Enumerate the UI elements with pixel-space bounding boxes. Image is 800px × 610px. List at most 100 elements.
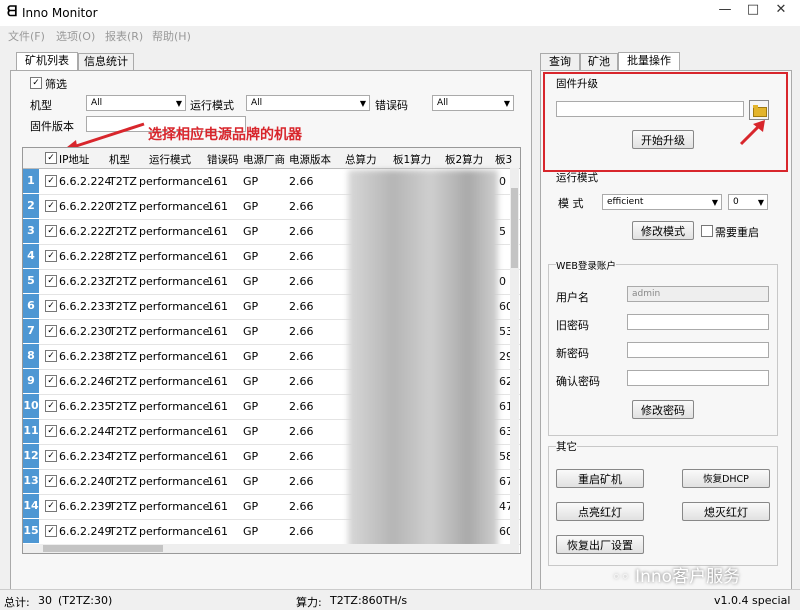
light-off-button[interactable]: 熄灭红灯 [682,502,770,521]
row-checkbox[interactable]: ✓ [45,450,57,462]
header-psu-vendor[interactable]: 电源厂商 [243,152,285,167]
row-checkbox[interactable]: ✓ [45,475,57,487]
mode-cell: performance [139,175,210,188]
model-cell: T2TZ [109,475,137,488]
psu-vendor-cell: GP [243,450,259,463]
error-cell: 161 [207,200,228,213]
mode-label: 运行模式 [190,99,234,112]
ip-cell: 6.6.2.235 [59,400,112,413]
tab-query[interactable]: 查询 [540,53,580,71]
mode-cell: performance [139,275,210,288]
mode-select-value: All [251,98,263,108]
tab-pool[interactable]: 矿池 [580,53,618,71]
tab-batch-ops[interactable]: 批量操作 [618,52,680,71]
h-scrollbar-thumb[interactable] [43,545,163,552]
row-number: 1 [23,169,39,193]
firmware-file-input[interactable] [556,101,744,117]
psu-vendor-cell: GP [243,475,259,488]
row-checkbox[interactable]: ✓ [45,175,57,187]
scrollbar-thumb[interactable] [511,188,518,268]
need-reboot-checkbox[interactable] [701,225,713,237]
mode-cell: performance [139,200,210,213]
header-error[interactable]: 错误码 [207,152,239,167]
new-password-input[interactable] [627,342,769,358]
header-psu-version[interactable]: 电源版本 [289,152,331,167]
header-board1-hash[interactable]: 板1算力 [393,152,431,167]
psu-vendor-cell: GP [243,350,259,363]
board3-hash-cell: 0 [499,275,506,288]
folder-icon[interactable] [749,100,769,120]
error-cell: 161 [207,375,228,388]
error-select[interactable]: All ▼ [432,95,514,111]
table-header: ✓ IP地址 机型 运行模式 错误码 电源厂商 电源版本 总算力 板1算力 板2… [23,148,520,169]
total-count: 30 [38,594,52,607]
light-on-button[interactable]: 点亮红灯 [556,502,644,521]
error-cell: 161 [207,325,228,338]
tab-miner-list[interactable]: 矿机列表 [16,52,78,71]
error-cell: 161 [207,275,228,288]
row-checkbox[interactable]: ✓ [45,325,57,337]
row-checkbox[interactable]: ✓ [45,525,57,537]
run-mode-label: 模 式 [558,197,584,210]
menu-report[interactable]: 报表(R) [105,28,143,44]
close-icon[interactable]: ✕ [768,2,794,20]
menu-options[interactable]: 选项(O) [56,28,95,44]
filter-checkbox[interactable]: ✓ [30,77,42,89]
start-upgrade-button[interactable]: 开始升级 [632,130,694,149]
row-checkbox[interactable]: ✓ [45,350,57,362]
model-cell: T2TZ [109,175,137,188]
mode-cell: performance [139,525,210,538]
row-checkbox[interactable]: ✓ [45,425,57,437]
error-cell: 161 [207,525,228,538]
header-model[interactable]: 机型 [109,152,130,167]
change-mode-button[interactable]: 修改模式 [632,221,694,240]
menu-file[interactable]: 文件(F) [8,28,45,44]
header-total-hash[interactable]: 总算力 [345,152,377,167]
other-title: 其它 [556,439,577,454]
row-checkbox[interactable]: ✓ [45,225,57,237]
old-password-input[interactable] [627,314,769,330]
row-checkbox[interactable]: ✓ [45,500,57,512]
row-checkbox[interactable]: ✓ [45,275,57,287]
row-number: 14 [23,494,39,518]
header-mode[interactable]: 运行模式 [149,152,191,167]
maximize-icon[interactable]: □ [740,2,766,20]
change-password-button[interactable]: 修改密码 [632,400,694,419]
select-all-checkbox[interactable]: ✓ [45,152,57,164]
row-number: 4 [23,244,39,268]
factory-reset-button[interactable]: 恢复出厂设置 [556,535,644,554]
confirm-password-input[interactable] [627,370,769,386]
reboot-miner-button[interactable]: 重启矿机 [556,469,644,488]
error-cell: 161 [207,475,228,488]
row-checkbox[interactable]: ✓ [45,200,57,212]
error-cell: 161 [207,350,228,363]
ip-cell: 6.6.2.244 [59,425,112,438]
row-checkbox[interactable]: ✓ [45,300,57,312]
annotation-arrow-icon [739,120,765,146]
row-number: 8 [23,344,39,368]
username-input[interactable]: admin [627,286,769,302]
mode-select[interactable]: All ▼ [246,95,370,111]
header-board2-hash[interactable]: 板2算力 [445,152,483,167]
run-mode-level-select[interactable]: 0 ▼ [728,194,768,210]
horizontal-scrollbar[interactable] [23,544,510,553]
run-mode-select[interactable]: efficient ▼ [602,194,722,210]
model-cell: T2TZ [109,500,137,513]
model-cell: T2TZ [109,325,137,338]
row-checkbox[interactable]: ✓ [45,400,57,412]
restore-dhcp-button[interactable]: 恢复DHCP [682,469,770,488]
header-board3-hash[interactable]: 板3 [495,152,512,167]
chevron-down-icon: ▼ [503,99,510,108]
total-label: 总计: [4,596,30,609]
model-select[interactable]: All ▼ [86,95,186,111]
mode-cell: performance [139,500,210,513]
tab-info-stats[interactable]: 信息统计 [78,53,134,71]
row-checkbox[interactable]: ✓ [45,250,57,262]
mode-cell: performance [139,350,210,363]
board3-hash-cell: 0 [499,175,506,188]
row-checkbox[interactable]: ✓ [45,375,57,387]
table-scrollbar[interactable] [510,168,519,553]
minimize-icon[interactable]: — [712,2,738,20]
header-ip[interactable]: IP地址 [59,152,89,167]
menu-help[interactable]: 帮助(H) [152,28,191,44]
